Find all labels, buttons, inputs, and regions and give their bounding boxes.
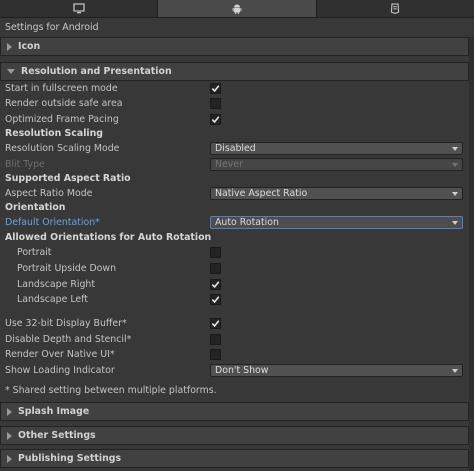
section-label: Splash Image	[18, 406, 90, 417]
tab-android[interactable]	[158, 0, 317, 17]
aspect-mode-value: Native Aspect Ratio	[215, 187, 308, 199]
allowed-orientations-heading: Allowed Orientations for Auto Rotation	[5, 231, 212, 243]
foldout-collapsed-icon	[7, 431, 12, 440]
default-orientation-label: Default Orientation*	[5, 216, 100, 228]
default-orientation-dropdown[interactable]: Auto Rotation	[210, 215, 463, 229]
portrait-label: Portrait	[17, 246, 52, 258]
scaling-heading-row: Resolution Scaling	[0, 126, 469, 140]
orientation-heading-row: Orientation	[0, 200, 469, 214]
dropdown-arrow-icon	[452, 191, 458, 196]
scaling-mode-label: Resolution Scaling Mode	[5, 142, 120, 154]
checkmark-icon	[211, 295, 220, 303]
render-outside-safe-label: Render outside safe area	[5, 97, 123, 109]
landscape-left-checkbox[interactable]	[210, 293, 221, 305]
shared-setting-note: * Shared setting between multiple platfo…	[5, 385, 217, 396]
webgl-icon	[391, 3, 400, 14]
start-fullscreen-row: Start in fullscreen mode	[0, 81, 469, 95]
loading-indicator-label: Show Loading Indicator	[5, 364, 115, 376]
render-over-native-label: Render Over Native UI*	[5, 348, 115, 360]
optimized-pacing-row: Optimized Frame Pacing	[0, 112, 469, 126]
blit-type-value: Never	[215, 158, 243, 170]
loading-indicator-dropdown[interactable]: Don't Show	[210, 363, 463, 377]
scrollbar-track[interactable]	[469, 37, 474, 471]
dropdown-arrow-icon	[452, 220, 458, 225]
blit-type-row: Blit Type Never	[0, 157, 469, 171]
optimized-pacing-label: Optimized Frame Pacing	[5, 113, 119, 125]
section-label: Publishing Settings	[18, 453, 122, 464]
section-publishing[interactable]: Publishing Settings	[0, 449, 469, 468]
scaling-mode-value: Disabled	[215, 142, 256, 154]
dropdown-arrow-icon	[452, 368, 458, 373]
default-orientation-row: Default Orientation* Auto Rotation	[0, 215, 469, 229]
foldout-collapsed-icon	[7, 454, 12, 463]
landscape-right-row: Landscape Right	[0, 277, 469, 291]
section-label: Icon	[18, 41, 41, 52]
scaling-mode-dropdown[interactable]: Disabled	[210, 141, 463, 155]
monitor-icon	[73, 3, 85, 14]
foldout-collapsed-icon	[7, 42, 12, 51]
tab-standalone[interactable]	[0, 0, 159, 17]
portrait-upside-down-checkbox[interactable]	[210, 262, 221, 274]
portrait-upside-down-label: Portrait Upside Down	[17, 262, 117, 274]
orientation-heading: Orientation	[5, 201, 66, 213]
allowed-heading-row: Allowed Orientations for Auto Rotation	[0, 230, 469, 244]
checkmark-icon	[211, 84, 220, 92]
settings-title: Settings for Android	[5, 22, 99, 33]
loading-indicator-row: Show Loading Indicator Don't Show	[0, 363, 469, 377]
section-resolution[interactable]: Resolution and Presentation	[0, 62, 469, 81]
render-over-native-row: Render Over Native UI*	[0, 347, 469, 361]
dropdown-arrow-icon	[452, 162, 458, 167]
portrait-checkbox[interactable]	[210, 246, 221, 258]
disable-depth-label: Disable Depth and Stencil*	[5, 333, 132, 345]
checkmark-icon	[211, 115, 220, 123]
supported-aspect-heading: Supported Aspect Ratio	[5, 172, 131, 184]
section-label: Resolution and Presentation	[21, 66, 172, 77]
render-outside-safe-row: Render outside safe area	[0, 96, 469, 110]
landscape-left-row: Landscape Left	[0, 292, 469, 306]
platform-tabs	[0, 0, 474, 18]
disable-depth-checkbox[interactable]	[210, 333, 221, 345]
landscape-right-label: Landscape Right	[17, 278, 96, 290]
dropdown-arrow-icon	[452, 146, 458, 151]
portrait-upside-down-row: Portrait Upside Down	[0, 261, 469, 275]
landscape-left-label: Landscape Left	[17, 293, 88, 305]
default-orientation-value: Auto Rotation	[215, 216, 279, 228]
blit-type-dropdown: Never	[210, 157, 463, 171]
render-outside-safe-checkbox[interactable]	[210, 97, 221, 109]
section-label: Other Settings	[18, 430, 96, 441]
optimized-pacing-checkbox[interactable]	[210, 113, 221, 125]
landscape-right-checkbox[interactable]	[210, 278, 221, 290]
scaling-mode-row: Resolution Scaling Mode Disabled	[0, 141, 469, 155]
display-buffer-label: Use 32-bit Display Buffer*	[5, 317, 127, 329]
section-splash[interactable]: Splash Image	[0, 402, 469, 421]
aspect-heading-row: Supported Aspect Ratio	[0, 171, 469, 185]
display-buffer-row: Use 32-bit Display Buffer*	[0, 316, 469, 330]
aspect-mode-dropdown[interactable]: Native Aspect Ratio	[210, 186, 463, 200]
checkmark-icon	[211, 280, 220, 288]
checkmark-icon	[211, 319, 220, 327]
start-fullscreen-label: Start in fullscreen mode	[5, 82, 118, 94]
android-icon	[232, 4, 242, 14]
portrait-row: Portrait	[0, 245, 469, 259]
tab-webgl[interactable]	[316, 0, 474, 17]
blit-type-label: Blit Type	[5, 158, 45, 170]
section-other[interactable]: Other Settings	[0, 426, 469, 445]
display-buffer-checkbox[interactable]	[210, 317, 221, 329]
foldout-expanded-icon	[7, 69, 15, 74]
loading-indicator-value: Don't Show	[215, 364, 269, 376]
foldout-collapsed-icon	[7, 407, 12, 416]
resolution-scaling-heading: Resolution Scaling	[5, 127, 104, 139]
render-over-native-checkbox[interactable]	[210, 348, 221, 360]
aspect-mode-row: Aspect Ratio Mode Native Aspect Ratio	[0, 186, 469, 200]
section-icon[interactable]: Icon	[0, 37, 469, 56]
disable-depth-row: Disable Depth and Stencil*	[0, 332, 469, 346]
start-fullscreen-checkbox[interactable]	[210, 82, 221, 94]
aspect-mode-label: Aspect Ratio Mode	[5, 187, 93, 199]
